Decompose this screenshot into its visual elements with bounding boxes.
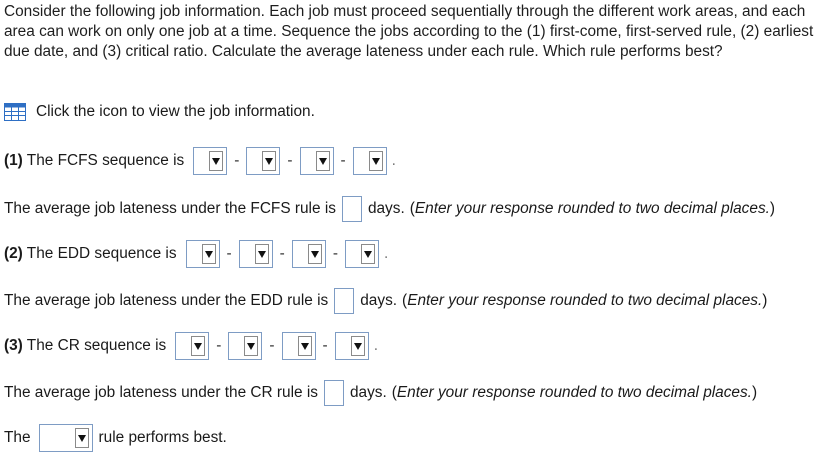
fcfs-select-4[interactable] [352, 147, 387, 175]
cr-select-3[interactable] [281, 332, 316, 360]
q1-number: (1) [4, 152, 23, 169]
triangle-down-icon [74, 428, 89, 448]
edd-sequence-row: (2) The EDD sequence is - - - . [4, 239, 388, 269]
question-text: Consider the following job information. … [4, 3, 814, 60]
fcfs-average-input[interactable] [341, 196, 362, 222]
dash: - [287, 152, 293, 169]
fcfs-sequence-row: (1) The FCFS sequence is - - - . [4, 146, 396, 176]
triangle-down-icon [201, 244, 216, 264]
fcfs-select-3[interactable] [299, 147, 334, 175]
q2-number: (2) [4, 245, 23, 262]
dash: - [269, 337, 275, 354]
days-label: days. [367, 200, 405, 217]
rounding-hint: Enter your response rounded to two decim… [407, 292, 763, 309]
best-rule-suffix: rule performs best. [98, 429, 227, 446]
best-rule-select[interactable] [38, 424, 93, 452]
dash: - [226, 245, 232, 262]
triangle-down-icon [360, 244, 375, 264]
cr-average-row: The average job lateness under the CR ru… [4, 378, 757, 408]
edd-average-row: The average job lateness under the EDD r… [4, 286, 767, 316]
best-rule-prefix: The [4, 429, 31, 446]
cr-average-label: The average job lateness under the CR ru… [4, 384, 318, 401]
dash: - [340, 152, 346, 169]
table-grid-icon[interactable] [4, 103, 26, 121]
edd-select-2[interactable] [238, 240, 273, 268]
cr-sequence-row: (3) The CR sequence is - - - . [4, 331, 378, 361]
triangle-down-icon [262, 151, 277, 171]
edd-select-3[interactable] [291, 240, 326, 268]
hint-close: ) [751, 384, 758, 401]
job-info-row: Click the icon to view the job informati… [4, 97, 315, 127]
cr-select-4[interactable] [334, 332, 369, 360]
dash: - [279, 245, 285, 262]
triangle-down-icon [350, 336, 365, 356]
q3-number: (3) [4, 337, 23, 354]
cr-average-input[interactable] [323, 380, 344, 406]
period: . [391, 152, 396, 169]
triangle-down-icon [297, 336, 312, 356]
q1-label: The FCFS sequence is [22, 152, 185, 169]
hint-close: ) [769, 200, 776, 217]
hint-close: ) [762, 292, 768, 309]
edd-select-1[interactable] [185, 240, 220, 268]
period: . [383, 245, 389, 262]
q2-label: The EDD sequence is [22, 245, 177, 262]
edd-select-4[interactable] [344, 240, 379, 268]
rounding-hint: Enter your response rounded to two decim… [396, 384, 752, 401]
dash: - [332, 245, 338, 262]
triangle-down-icon [209, 151, 224, 171]
edd-average-input[interactable] [334, 288, 355, 314]
days-label: days. [349, 384, 387, 401]
dash: - [322, 337, 328, 354]
fcfs-select-2[interactable] [246, 147, 281, 175]
job-info-link[interactable]: Click the icon to view the job informati… [36, 103, 315, 121]
period: . [373, 337, 378, 354]
triangle-down-icon [191, 336, 206, 356]
best-rule-row: The rule performs best. [4, 423, 227, 453]
triangle-down-icon [244, 336, 259, 356]
fcfs-select-1[interactable] [193, 147, 228, 175]
cr-select-2[interactable] [228, 332, 263, 360]
triangle-down-icon [368, 151, 383, 171]
cr-select-1[interactable] [175, 332, 210, 360]
triangle-down-icon [315, 151, 330, 171]
rounding-hint: Enter your response rounded to two decim… [414, 200, 770, 217]
fcfs-average-label: The average job lateness under the FCFS … [4, 200, 336, 217]
q3-label: The CR sequence is [22, 337, 167, 354]
triangle-down-icon [254, 244, 269, 264]
dash: - [234, 152, 240, 169]
triangle-down-icon [307, 244, 322, 264]
fcfs-average-row: The average job lateness under the FCFS … [4, 194, 775, 224]
edd-average-label: The average job lateness under the EDD r… [4, 292, 329, 309]
dash: - [216, 337, 222, 354]
days-label: days. [360, 292, 398, 309]
